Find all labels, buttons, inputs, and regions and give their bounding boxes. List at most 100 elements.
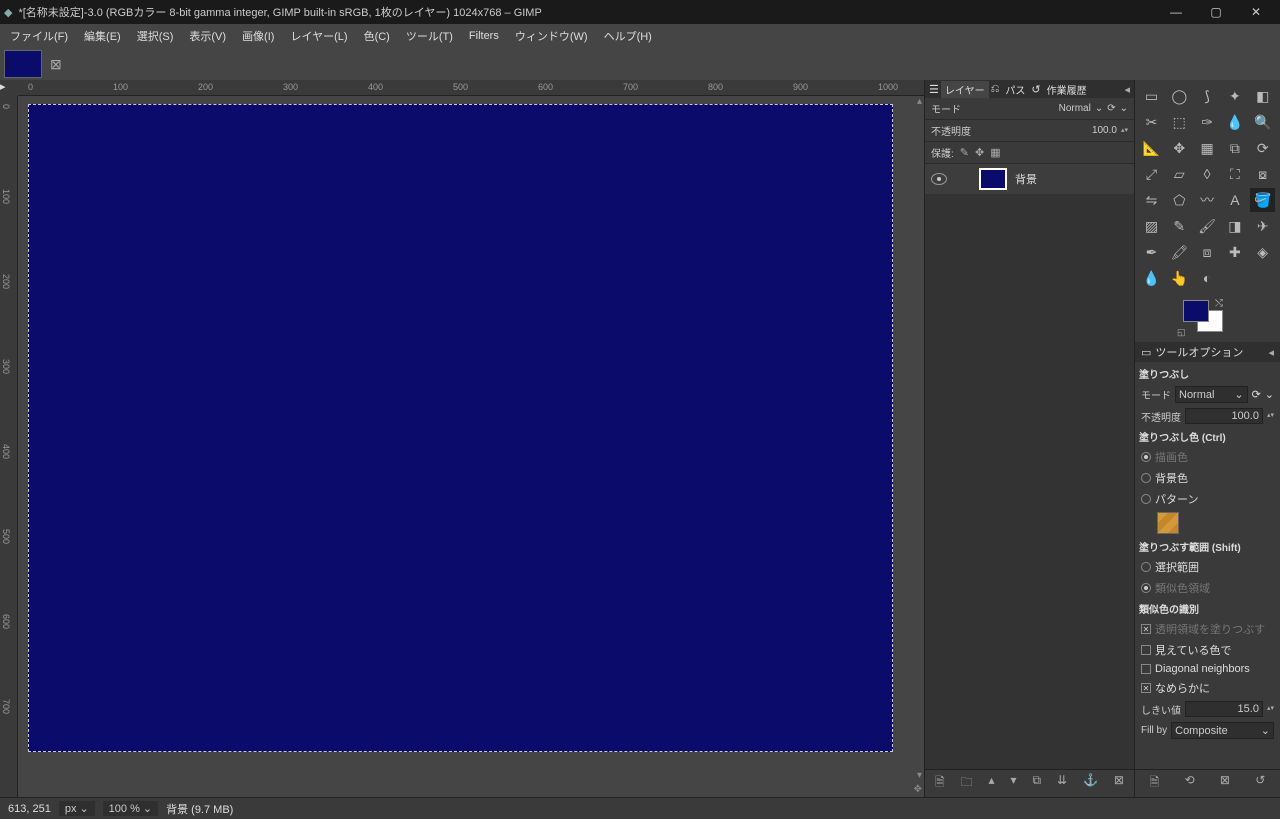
threshold-input[interactable]: 15.0 [1185, 701, 1263, 717]
bucket-fill-tool-icon[interactable]: 🪣 [1250, 188, 1275, 212]
airbrush-tool-icon[interactable]: ✈ [1250, 214, 1275, 238]
horizontal-ruler[interactable]: 0 100 200 300 400 500 600 700 800 900 10… [18, 80, 924, 96]
brush-lock-icon[interactable]: ✎ [960, 146, 969, 159]
similar-colors-radio[interactable] [1141, 583, 1151, 593]
selection-radio[interactable] [1141, 562, 1151, 572]
perspective-tool-icon[interactable]: ◊ [1195, 162, 1220, 186]
move-tool-icon[interactable]: ✥ [1167, 136, 1192, 160]
warp-tool-icon[interactable]: 〰 [1195, 188, 1220, 212]
align-tool-icon[interactable]: ▦ [1195, 136, 1220, 160]
blur-tool-icon[interactable]: 💧 [1139, 266, 1164, 290]
gradient-tool-icon[interactable]: ▨ [1139, 214, 1164, 238]
flip-tool-icon[interactable]: ⇋ [1139, 188, 1164, 212]
anchor-layer-icon[interactable]: ⚓ [1083, 773, 1098, 794]
menu-help[interactable]: ヘルプ(H) [598, 25, 658, 47]
menu-color[interactable]: 色(C) [358, 25, 396, 47]
delete-layer-icon[interactable]: ⊠ [1114, 773, 1124, 794]
ink-tool-icon[interactable]: ✒ [1139, 240, 1164, 264]
menu-layer[interactable]: レイヤー(L) [284, 25, 353, 47]
menu-window[interactable]: ウィンドウ(W) [509, 25, 594, 47]
tab-layers[interactable]: レイヤー [941, 81, 989, 98]
scale-tool-icon[interactable]: ⤢ [1139, 162, 1164, 186]
menu-edit[interactable]: 編集(E) [78, 25, 127, 47]
dodge-tool-icon[interactable]: ◐ [1195, 266, 1220, 290]
zoom-tool-icon[interactable]: 🔍 [1250, 110, 1275, 134]
scroll-up-icon[interactable]: ▴ [917, 96, 922, 107]
eraser-tool-icon[interactable]: ◨ [1222, 214, 1247, 238]
image-canvas[interactable] [28, 104, 893, 752]
spinner-icon[interactable]: ▴▾ [1267, 413, 1274, 419]
fuzzy-select-tool-icon[interactable]: ✦ [1222, 84, 1247, 108]
cage-tool-icon[interactable]: ⬠ [1167, 188, 1192, 212]
rect-select-tool-icon[interactable]: ▭ [1139, 84, 1164, 108]
mode-switch-icon[interactable]: ⟳ [1252, 388, 1261, 401]
menu-view[interactable]: 表示(V) [183, 25, 232, 47]
sample-merged-checkbox[interactable] [1141, 645, 1151, 655]
perspective-clone-tool-icon[interactable]: ◈ [1250, 240, 1275, 264]
foreground-color-swatch[interactable] [1183, 300, 1209, 322]
crop-tool-icon[interactable]: ⧉ [1222, 136, 1247, 160]
dock-menu-icon[interactable]: ◂ [1124, 83, 1130, 96]
zoom-select[interactable]: 100 %⌄ [103, 801, 158, 816]
delete-preset-icon[interactable]: ⊠ [1220, 773, 1230, 794]
text-tool-icon[interactable]: A [1222, 188, 1247, 212]
save-preset-icon[interactable]: 🗎 [1150, 773, 1160, 794]
pattern-thumbnail[interactable] [1157, 512, 1179, 534]
pencil-tool-icon[interactable]: ✎ [1167, 214, 1192, 238]
paintbrush-tool-icon[interactable]: 🖌 [1195, 214, 1220, 238]
document-tab-close-icon[interactable]: ⊠ [50, 56, 62, 73]
canvas-viewport[interactable]: ▴ ▾ ✥ [18, 96, 924, 797]
menu-image[interactable]: 画像(I) [236, 25, 280, 47]
document-tab-thumbnail[interactable] [4, 50, 42, 78]
foreground-select-tool-icon[interactable]: ⬚ [1167, 110, 1192, 134]
merge-down-icon[interactable]: ⇊ [1057, 773, 1067, 794]
layer-thumbnail[interactable] [979, 168, 1007, 190]
measure-tool-icon[interactable]: 📐 [1139, 136, 1164, 160]
tool-opacity-input[interactable]: 100.0 [1185, 408, 1263, 424]
ellipse-select-tool-icon[interactable]: ◯ [1167, 84, 1192, 108]
nav-panner-icon[interactable]: ✥ [914, 784, 922, 795]
opacity-spinner[interactable]: ▴▾ [1121, 128, 1128, 134]
move-lock-icon[interactable]: ✥ [975, 146, 984, 159]
unit-select[interactable]: px⌄ [59, 801, 95, 816]
pattern-radio[interactable] [1141, 494, 1151, 504]
free-select-tool-icon[interactable]: ⟆ [1195, 84, 1220, 108]
swap-colors-icon[interactable]: ⤭ [1215, 298, 1223, 309]
restore-preset-icon[interactable]: ⟲ [1185, 773, 1195, 794]
menu-filters[interactable]: Filters [463, 27, 505, 45]
dock-menu-icon[interactable]: ◂ [1268, 346, 1274, 359]
menu-select[interactable]: 選択(S) [131, 25, 180, 47]
menu-tools[interactable]: ツール(T) [400, 25, 459, 47]
duplicate-layer-icon[interactable]: ⧉ [1032, 773, 1041, 794]
visibility-toggle-icon[interactable] [931, 173, 947, 185]
fill-transparent-checkbox[interactable]: ✕ [1141, 624, 1151, 634]
opacity-value[interactable]: 100.0 [1092, 125, 1117, 136]
tool-mode-select[interactable]: Normal⌄ [1175, 386, 1248, 403]
diagonal-checkbox[interactable] [1141, 664, 1151, 674]
layer-name[interactable]: 背景 [1015, 171, 1037, 187]
reset-preset-icon[interactable]: ↺ [1255, 773, 1265, 794]
fillby-select[interactable]: Composite⌄ [1171, 722, 1274, 739]
smudge-tool-icon[interactable]: 👆 [1167, 266, 1192, 290]
shear-tool-icon[interactable]: ▱ [1167, 162, 1192, 186]
layer-row[interactable]: 背景 [925, 164, 1134, 194]
new-group-icon[interactable]: 🗀 [961, 773, 973, 794]
color-picker-tool-icon[interactable]: 💧 [1222, 110, 1247, 134]
close-button[interactable]: ✕ [1236, 1, 1276, 23]
ruler-origin-toggle[interactable]: ▸ [0, 80, 18, 96]
chevron-down-icon[interactable]: ⌄ [1095, 103, 1103, 114]
scissors-tool-icon[interactable]: ✂ [1139, 110, 1164, 134]
layer-up-icon[interactable]: ▴ [989, 773, 995, 794]
vertical-ruler[interactable]: 0 100 200 300 400 500 600 700 [0, 96, 18, 797]
rotate-tool-icon[interactable]: ⟳ [1250, 136, 1275, 160]
maximize-button[interactable]: ▢ [1196, 1, 1236, 23]
clone-tool-icon[interactable]: ⧈ [1195, 240, 1220, 264]
new-layer-icon[interactable]: 🗎 [935, 773, 945, 794]
handle-transform-tool-icon[interactable]: ⧇ [1250, 162, 1275, 186]
default-colors-icon[interactable]: ◱ [1177, 327, 1186, 338]
tab-history[interactable]: 作業履歴 [1043, 81, 1091, 98]
menu-file[interactable]: ファイル(F) [4, 25, 74, 47]
paths-tool-icon[interactable]: ✑ [1195, 110, 1220, 134]
by-color-select-tool-icon[interactable]: ◧ [1250, 84, 1275, 108]
chevron-down-icon[interactable]: ⌄ [1120, 103, 1128, 114]
